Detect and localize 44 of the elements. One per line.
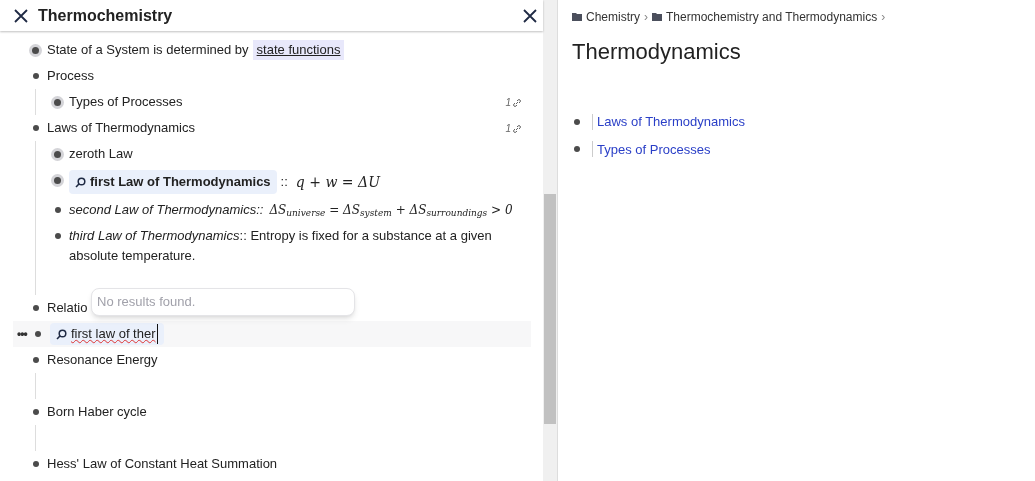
scrollbar[interactable] xyxy=(543,0,557,481)
block-text: Born Haber cycle xyxy=(47,404,147,419)
breadcrumb-link[interactable]: Chemistry xyxy=(586,8,640,26)
folder-icon xyxy=(652,13,662,21)
math-formula: q + w = ΔU xyxy=(295,173,380,192)
block-text: Process xyxy=(47,68,94,83)
separator-text: :: xyxy=(280,173,288,191)
block-text: Types of Processes xyxy=(69,94,183,109)
block-text: Laws of Thermodynamics xyxy=(47,120,195,135)
block-text: Relatio xyxy=(47,300,88,315)
link-icon xyxy=(513,98,521,107)
chevron-icon: › xyxy=(881,8,886,26)
bullet-icon[interactable] xyxy=(51,95,64,109)
block-text: zeroth Law xyxy=(69,146,133,161)
panel-title: Thermochemistry xyxy=(38,5,174,26)
property-text: third Law of Thermodynamics:: Entropy is fixed for a substance at a given absolute temperature. xyxy=(69,228,492,263)
block-text: Hess' Law of Constant Heat Summation xyxy=(47,456,278,471)
search-icon xyxy=(75,176,86,188)
embed-chip[interactable]: first Law of Thermodynamics xyxy=(69,170,277,194)
page-reference-link[interactable]: state functions xyxy=(252,40,345,60)
reference-count[interactable]: 1 xyxy=(505,121,521,136)
page-link[interactable]: Types of Processes xyxy=(597,139,711,159)
autocomplete-popup: No results found. xyxy=(91,288,355,316)
chevron-icon: › xyxy=(644,8,648,26)
drag-handle-icon[interactable]: ••• xyxy=(17,328,31,340)
bullet-icon xyxy=(574,146,580,153)
bullet-icon[interactable] xyxy=(51,147,64,161)
bullet-icon[interactable] xyxy=(29,43,42,57)
property-key: second Law of Thermodynamics:: xyxy=(69,200,264,220)
breadcrumb-link[interactable]: Thermochemistry and Thermodynamics xyxy=(666,8,878,26)
folder-icon xyxy=(572,13,582,21)
bullet-icon[interactable] xyxy=(51,173,64,187)
search-icon xyxy=(56,328,67,340)
close-icon[interactable] xyxy=(14,8,28,23)
reference-count[interactable]: 1 xyxy=(505,95,521,110)
block-text: State of a System is determined by xyxy=(47,41,249,59)
math-formula: ΔS$_{universe}$ = ΔS$_{system}$ + ΔS$_{surroundings}$ > 0 xyxy=(269,202,513,220)
link-icon xyxy=(513,124,521,133)
close-icon[interactable] xyxy=(523,8,537,23)
page-link[interactable]: Laws of Thermodynamics xyxy=(597,112,745,132)
bullet-icon xyxy=(574,118,580,125)
search-input-field[interactable]: first law of ther xyxy=(50,323,164,345)
block-text: Resonance Energy xyxy=(47,352,158,367)
page-title: Thermodynamics xyxy=(572,38,742,66)
